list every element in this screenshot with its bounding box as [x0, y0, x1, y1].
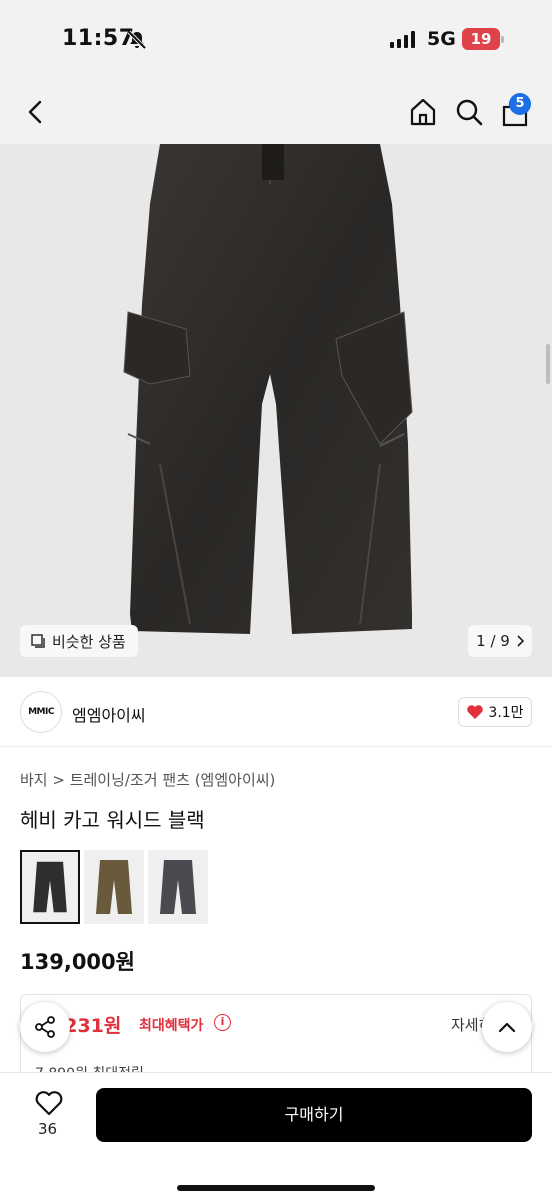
swatch-image: [33, 861, 67, 913]
swatch-charcoal[interactable]: [148, 850, 208, 924]
product-photo: [123, 144, 413, 634]
swatch-image: [160, 860, 196, 914]
brand-name[interactable]: 엠엠아이씨: [72, 702, 146, 726]
chevron-right-icon: [517, 635, 524, 647]
home-icon[interactable]: [408, 96, 438, 128]
product-image-gallery[interactable]: 비슷한 상품 1 / 9: [0, 144, 552, 677]
share-button[interactable]: [20, 1002, 70, 1052]
scroll-top-button[interactable]: [482, 1002, 532, 1052]
swatch-black[interactable]: [20, 850, 80, 924]
network-label: 5G: [427, 28, 456, 50]
similar-products-button[interactable]: 비슷한 상품: [20, 625, 138, 657]
cart-count-badge: 5: [509, 93, 531, 115]
battery-icon: 19: [462, 28, 504, 50]
swatch-image: [96, 860, 132, 914]
status-bar: 11:57 5G 19: [0, 0, 552, 80]
signal-icon: [390, 30, 415, 48]
product-title: 헤비 카고 워시드 블랙: [20, 808, 205, 832]
scrollbar[interactable]: [546, 344, 550, 384]
buy-button[interactable]: 구매하기: [96, 1088, 532, 1142]
info-icon[interactable]: i: [214, 1014, 231, 1031]
similar-icon: [31, 634, 45, 648]
heart-icon[interactable]: [34, 1089, 64, 1117]
back-icon[interactable]: [22, 97, 50, 127]
heart-filled-icon: [467, 705, 484, 719]
top-nav: 5: [0, 80, 552, 144]
brand-like-button[interactable]: 3.1만: [458, 697, 532, 727]
brand-like-count: 3.1만: [488, 705, 524, 721]
similar-label: 비슷한 상품: [52, 632, 126, 651]
bell-muted-icon: [127, 30, 147, 50]
benefit-label: 최대혜택가: [139, 1018, 204, 1034]
breadcrumb[interactable]: 바지 > 트레이닝/조거 팬츠 (엠엠아이씨): [20, 769, 275, 790]
product-price: 139,000원: [20, 950, 135, 974]
brand-row[interactable]: MMIC 엠엠아이씨 3.1만: [0, 677, 552, 747]
pager-label: 1 / 9: [476, 632, 510, 650]
like-count: 36: [38, 1120, 58, 1138]
brand-logo: MMIC: [20, 691, 62, 733]
bottom-action-bar: 36 구매하기: [0, 1072, 552, 1200]
search-icon[interactable]: [454, 96, 484, 128]
home-indicator: [177, 1185, 375, 1191]
swatch-khaki[interactable]: [84, 850, 144, 924]
image-pager[interactable]: 1 / 9: [468, 625, 532, 657]
share-icon: [35, 1016, 55, 1038]
status-time: 11:57: [62, 26, 135, 51]
chevron-up-icon: [498, 1022, 516, 1033]
color-swatches: [20, 850, 208, 924]
